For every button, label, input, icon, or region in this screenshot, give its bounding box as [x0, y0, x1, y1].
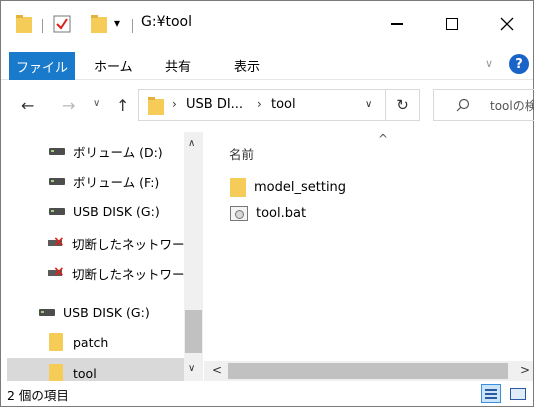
file-row-model-setting[interactable]: model_setting [230, 176, 346, 198]
nav-item-label: patch [73, 334, 109, 350]
search-input[interactable]: toolの検索 [433, 89, 534, 121]
sort-ascending-icon: ^ [378, 132, 389, 146]
nav-item-label: ボリューム (F:) [73, 174, 160, 190]
folder-icon [147, 96, 165, 116]
title-bar: ▾ G:¥tool [1, 1, 533, 45]
nav-item-label: 切断したネットワーク [72, 266, 198, 282]
ribbon-tabs: ファイル ホーム 共有 表示 ∨ ? [1, 45, 533, 80]
horizontal-scrollbar[interactable]: < > [204, 361, 533, 381]
drive-icon [49, 147, 65, 155]
nav-item-label: tool [73, 365, 97, 381]
file-list-pane: ^ 名前 model_setting tool.bat < > [204, 132, 533, 381]
file-row-tool-bat[interactable]: tool.bat [230, 202, 306, 224]
scrollbar-thumb[interactable] [185, 310, 202, 353]
scroll-up-icon[interactable]: ∧ [188, 138, 195, 149]
window-title: G:¥tool [141, 14, 192, 30]
drive-icon [49, 177, 65, 185]
file-name: tool.bat [256, 205, 307, 221]
scroll-right-icon[interactable]: > [520, 363, 530, 377]
search-icon [456, 98, 470, 112]
close-icon [500, 17, 514, 31]
nav-item-label: USB DISK (G:) [63, 304, 150, 320]
quick-access-dropdown-icon[interactable]: ▾ [114, 16, 120, 30]
tab-home[interactable]: ホーム [94, 56, 133, 75]
drive-icon [39, 308, 55, 316]
minimize-icon [391, 23, 403, 25]
forward-arrow-icon[interactable]: → [62, 96, 75, 115]
drive-icon [49, 207, 65, 215]
batch-file-icon [230, 205, 248, 221]
separator [132, 19, 133, 33]
nav-item-disconnected-network-1[interactable]: × 切断したネットワーク [48, 228, 197, 258]
folder-icon [49, 364, 63, 381]
help-icon[interactable]: ? [509, 54, 529, 74]
address-history-dropdown-icon[interactable]: ∨ [365, 99, 372, 110]
file-name: model_setting [254, 179, 347, 195]
expand-ribbon-icon[interactable]: ∨ [485, 57, 493, 70]
breadcrumb-chevron-icon[interactable]: › [172, 97, 177, 111]
nav-item-tool[interactable]: tool [7, 358, 184, 381]
folder-icon [230, 177, 246, 197]
nav-item-usb-disk-g[interactable]: USB DISK (G:) [49, 196, 160, 226]
separator [42, 19, 43, 33]
navigation-pane: ボリューム (D:) ボリューム (F:) USB DISK (G:) × 切断… [1, 132, 203, 381]
nav-item-label: ボリューム (D:) [73, 144, 163, 160]
folder-icon [49, 333, 63, 351]
large-icons-view-icon[interactable] [507, 384, 527, 403]
search-placeholder: toolの検索 [490, 99, 534, 113]
nav-item-volume-d[interactable]: ボリューム (D:) [49, 136, 163, 166]
nav-item-disconnected-network-2[interactable]: × 切断したネットワーク [48, 258, 197, 288]
tab-share[interactable]: 共有 [165, 56, 191, 75]
scrollbar-thumb[interactable] [228, 363, 508, 379]
breadcrumb-tool[interactable]: tool [271, 97, 296, 112]
address-bar[interactable]: › USB DI... › tool ∨ [138, 89, 386, 121]
close-button[interactable] [487, 9, 527, 39]
properties-icon[interactable] [53, 15, 71, 33]
nav-item-label: USB DISK (G:) [73, 203, 160, 219]
disconnected-network-drive-icon: × [48, 235, 66, 250]
scroll-left-icon[interactable]: < [212, 363, 222, 377]
new-folder-icon[interactable] [90, 14, 108, 34]
scroll-down-icon[interactable]: ∨ [188, 363, 195, 374]
disconnected-network-drive-icon: × [48, 265, 66, 280]
details-view-icon[interactable] [481, 384, 501, 403]
column-header-name[interactable]: 名前 [229, 144, 254, 163]
nav-item-volume-f[interactable]: ボリューム (F:) [49, 166, 159, 196]
breadcrumb-usb-disk[interactable]: USB DI... [186, 97, 243, 112]
up-arrow-icon[interactable]: ↑ [116, 96, 129, 115]
maximize-icon [446, 18, 458, 30]
nav-pane-scrollbar[interactable]: ∧ ∨ [184, 132, 203, 381]
status-bar: 2 個の項目 [1, 381, 533, 406]
breadcrumb-chevron-icon[interactable]: › [257, 97, 262, 111]
minimize-button[interactable] [377, 9, 417, 39]
folder-icon [15, 14, 33, 34]
navigation-bar: ← → ∨ ↑ › USB DI... › tool ∨ ↻ toolの検索 [1, 80, 534, 132]
maximize-button[interactable] [432, 9, 472, 39]
recent-locations-icon[interactable]: ∨ [93, 98, 100, 109]
tab-view[interactable]: 表示 [234, 56, 260, 75]
refresh-button[interactable]: ↻ [386, 89, 420, 121]
item-count: 2 個の項目 [7, 388, 69, 403]
nav-item-usb-disk-g-root[interactable]: USB DISK (G:) [39, 297, 150, 327]
back-arrow-icon[interactable]: ← [21, 96, 34, 115]
refresh-icon: ↻ [396, 96, 409, 114]
nav-item-label: 切断したネットワーク [72, 236, 198, 252]
tab-file[interactable]: ファイル [9, 52, 75, 80]
nav-item-patch[interactable]: patch [49, 327, 108, 357]
